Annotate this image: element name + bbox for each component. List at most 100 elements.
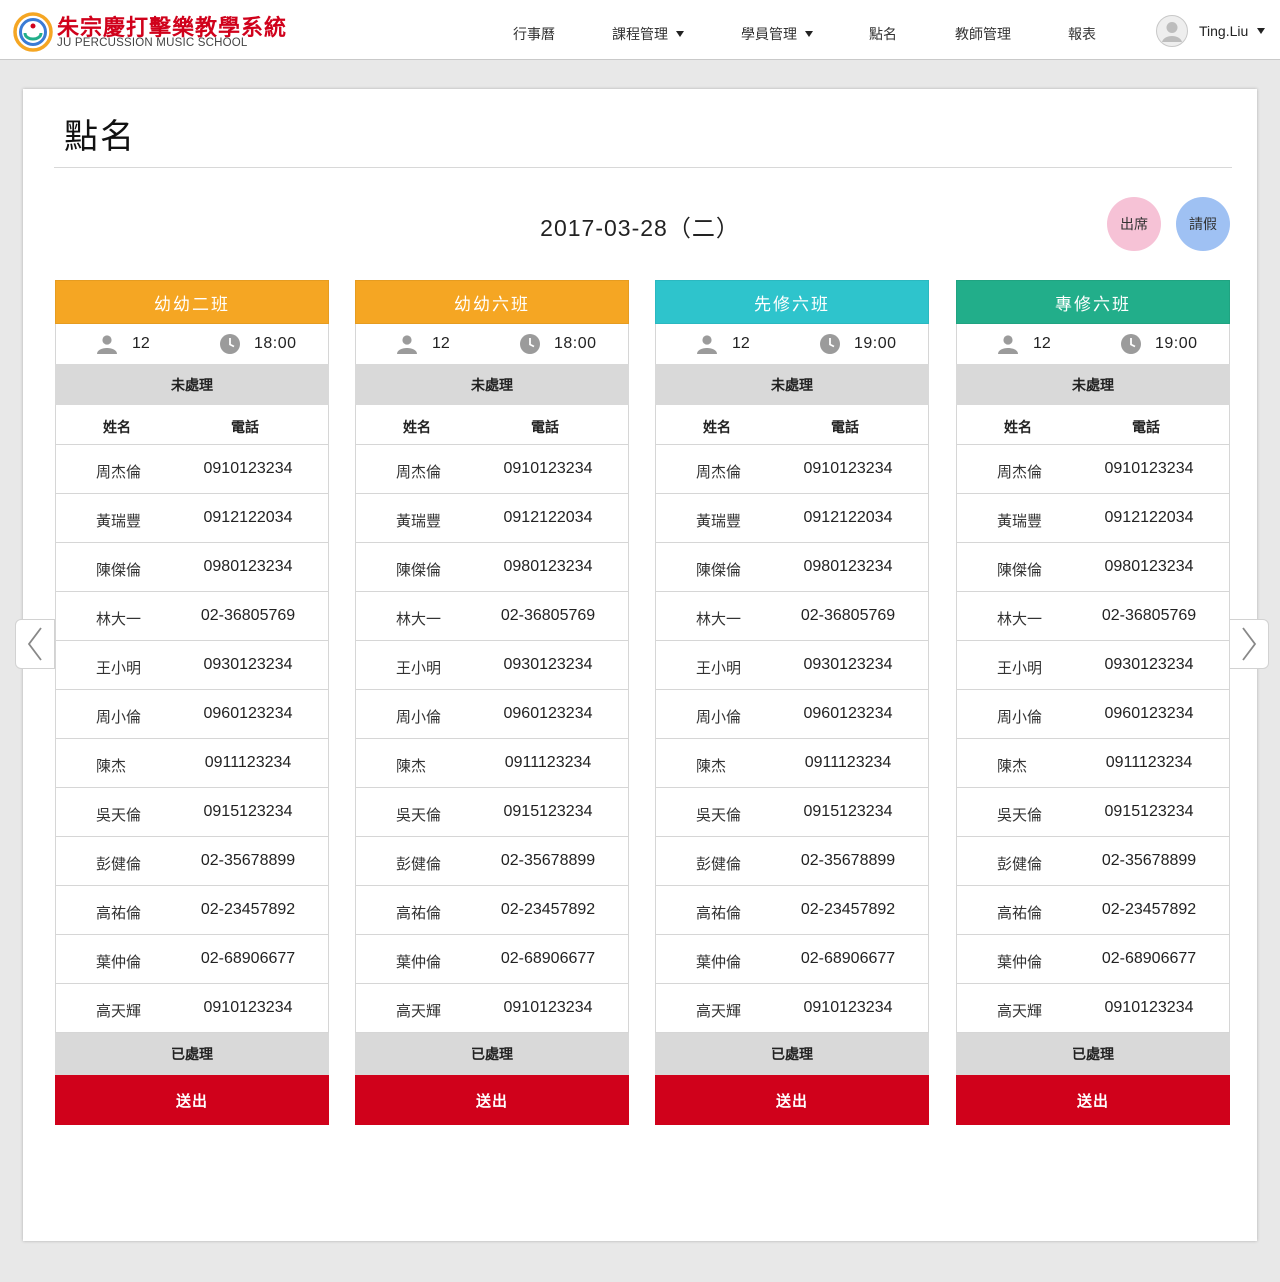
student-name: 王小明 bbox=[696, 659, 742, 677]
nav-course-management[interactable]: 課程管理 bbox=[612, 24, 684, 44]
student-phone: 02-23457892 bbox=[800, 901, 896, 918]
student-row[interactable]: 高天輝 0910123234 bbox=[655, 984, 929, 1033]
student-name: 彭健倫 bbox=[96, 855, 142, 873]
student-row[interactable]: 周小倫 0960123234 bbox=[55, 690, 329, 739]
student-row[interactable]: 彭健倫 02-35678899 bbox=[655, 837, 929, 886]
processed-label: 已處理 bbox=[171, 1047, 213, 1063]
student-row[interactable]: 王小明 0930123234 bbox=[655, 641, 929, 690]
class-name-header[interactable]: 先修六班 bbox=[655, 280, 929, 324]
student-row[interactable]: 陳杰 0911123234 bbox=[956, 739, 1230, 788]
student-row[interactable]: 黃瑞豐 0912122034 bbox=[355, 494, 629, 543]
nav-calendar[interactable]: 行事曆 bbox=[513, 24, 555, 44]
student-row[interactable]: 高祐倫 02-23457892 bbox=[956, 886, 1230, 935]
student-row[interactable]: 周杰倫 0910123234 bbox=[655, 445, 929, 494]
student-count: 12 bbox=[1033, 335, 1051, 352]
class-name-header[interactable]: 幼幼六班 bbox=[355, 280, 629, 324]
student-phone: 02-36805769 bbox=[1101, 607, 1197, 624]
class-time: 18:00 bbox=[554, 335, 597, 352]
submit-button[interactable]: 送出 bbox=[55, 1075, 329, 1125]
student-name: 吳天倫 bbox=[96, 806, 142, 824]
student-row[interactable]: 周杰倫 0910123234 bbox=[355, 445, 629, 494]
class-name-header[interactable]: 專修六班 bbox=[956, 280, 1230, 324]
student-phone: 02-35678899 bbox=[1101, 852, 1197, 869]
student-row[interactable]: 陳傑倫 0980123234 bbox=[355, 543, 629, 592]
student-row[interactable]: 陳傑倫 0980123234 bbox=[956, 543, 1230, 592]
student-phone: 02-23457892 bbox=[200, 901, 296, 918]
student-row[interactable]: 林大一 02-36805769 bbox=[655, 592, 929, 641]
nav-teacher-management[interactable]: 教師管理 bbox=[955, 24, 1011, 44]
user-menu[interactable]: Ting.Liu bbox=[1199, 23, 1266, 39]
student-row[interactable]: 林大一 02-36805769 bbox=[956, 592, 1230, 641]
student-row[interactable]: 王小明 0930123234 bbox=[355, 641, 629, 690]
student-row[interactable]: 高祐倫 02-23457892 bbox=[655, 886, 929, 935]
student-row[interactable]: 高祐倫 02-23457892 bbox=[55, 886, 329, 935]
brand-name-english: JU PERCUSSION MUSIC SCHOOL bbox=[57, 37, 248, 49]
student-name: 彭健倫 bbox=[696, 855, 742, 873]
student-row[interactable]: 周小倫 0960123234 bbox=[355, 690, 629, 739]
student-row[interactable]: 葉仲倫 02-68906677 bbox=[956, 935, 1230, 984]
student-phone: 02-36805769 bbox=[200, 607, 296, 624]
chevron-right-icon bbox=[1242, 627, 1257, 661]
next-date-button[interactable] bbox=[1229, 619, 1269, 669]
student-row[interactable]: 陳傑倫 0980123234 bbox=[655, 543, 929, 592]
student-phone: 0930123234 bbox=[503, 656, 593, 673]
student-phone: 02-35678899 bbox=[500, 852, 596, 869]
student-row[interactable]: 周杰倫 0910123234 bbox=[956, 445, 1230, 494]
nav-reports[interactable]: 報表 bbox=[1068, 24, 1096, 44]
student-row[interactable]: 吳天倫 0915123234 bbox=[956, 788, 1230, 837]
phone-column-header: 電話 bbox=[1132, 420, 1160, 436]
student-row[interactable]: 林大一 02-36805769 bbox=[355, 592, 629, 641]
student-phone: 0980123234 bbox=[1104, 558, 1194, 575]
student-phone: 0910123234 bbox=[1104, 460, 1194, 477]
student-phone: 0912122034 bbox=[203, 509, 293, 526]
nav-roll-call[interactable]: 點名 bbox=[869, 24, 897, 44]
student-row[interactable]: 周小倫 0960123234 bbox=[655, 690, 929, 739]
student-row[interactable]: 周小倫 0960123234 bbox=[956, 690, 1230, 739]
student-name: 高祐倫 bbox=[997, 904, 1043, 922]
name-column-header: 姓名 bbox=[1004, 420, 1032, 436]
user-name-label: Ting.Liu bbox=[1199, 23, 1249, 39]
student-row[interactable]: 王小明 0930123234 bbox=[956, 641, 1230, 690]
student-row[interactable]: 彭健倫 02-35678899 bbox=[355, 837, 629, 886]
student-row[interactable]: 周杰倫 0910123234 bbox=[55, 445, 329, 494]
submit-button[interactable]: 送出 bbox=[655, 1075, 929, 1125]
class-name-header[interactable]: 幼幼二班 bbox=[55, 280, 329, 324]
student-row[interactable]: 葉仲倫 02-68906677 bbox=[355, 935, 629, 984]
student-row[interactable]: 葉仲倫 02-68906677 bbox=[655, 935, 929, 984]
student-row[interactable]: 高天輝 0910123234 bbox=[355, 984, 629, 1033]
student-row[interactable]: 高天輝 0910123234 bbox=[55, 984, 329, 1033]
student-row[interactable]: 彭健倫 02-35678899 bbox=[956, 837, 1230, 886]
attend-legend-button[interactable]: 出席 bbox=[1107, 197, 1161, 251]
student-name: 王小明 bbox=[997, 659, 1043, 677]
student-row[interactable]: 黃瑞豐 0912122034 bbox=[655, 494, 929, 543]
school-logo-icon[interactable] bbox=[13, 12, 53, 52]
nav-student-management[interactable]: 學員管理 bbox=[741, 24, 813, 44]
student-row[interactable]: 陳傑倫 0980123234 bbox=[55, 543, 329, 592]
student-row[interactable]: 黃瑞豐 0912122034 bbox=[55, 494, 329, 543]
student-phone: 02-36805769 bbox=[500, 607, 596, 624]
submit-button[interactable]: 送出 bbox=[355, 1075, 629, 1125]
student-phone: 0910123234 bbox=[503, 460, 593, 477]
submit-button[interactable]: 送出 bbox=[956, 1075, 1230, 1125]
user-avatar-icon[interactable] bbox=[1156, 15, 1188, 47]
student-name: 陳杰 bbox=[696, 757, 727, 775]
student-row[interactable]: 吳天倫 0915123234 bbox=[655, 788, 929, 837]
student-row[interactable]: 林大一 02-36805769 bbox=[55, 592, 329, 641]
student-row[interactable]: 陳杰 0911123234 bbox=[655, 739, 929, 788]
student-row[interactable]: 吳天倫 0915123234 bbox=[55, 788, 329, 837]
student-row[interactable]: 陳杰 0911123234 bbox=[355, 739, 629, 788]
student-row[interactable]: 高天輝 0910123234 bbox=[956, 984, 1230, 1033]
student-row[interactable]: 王小明 0930123234 bbox=[55, 641, 329, 690]
student-row[interactable]: 彭健倫 02-35678899 bbox=[55, 837, 329, 886]
student-list: 周杰倫 0910123234 黃瑞豐 0912122034 陳傑倫 0980123234 林… bbox=[55, 445, 329, 1033]
student-row[interactable]: 高祐倫 02-23457892 bbox=[355, 886, 629, 935]
page-title: 點名 bbox=[64, 117, 136, 157]
student-row[interactable]: 黃瑞豐 0912122034 bbox=[956, 494, 1230, 543]
student-row[interactable]: 葉仲倫 02-68906677 bbox=[55, 935, 329, 984]
student-row[interactable]: 吳天倫 0915123234 bbox=[355, 788, 629, 837]
previous-date-button[interactable] bbox=[15, 619, 55, 669]
student-row[interactable]: 陳杰 0911123234 bbox=[55, 739, 329, 788]
leave-legend-button[interactable]: 請假 bbox=[1176, 197, 1230, 251]
student-name: 周杰倫 bbox=[96, 463, 142, 481]
column-headers: 姓名 電話 bbox=[355, 405, 629, 445]
